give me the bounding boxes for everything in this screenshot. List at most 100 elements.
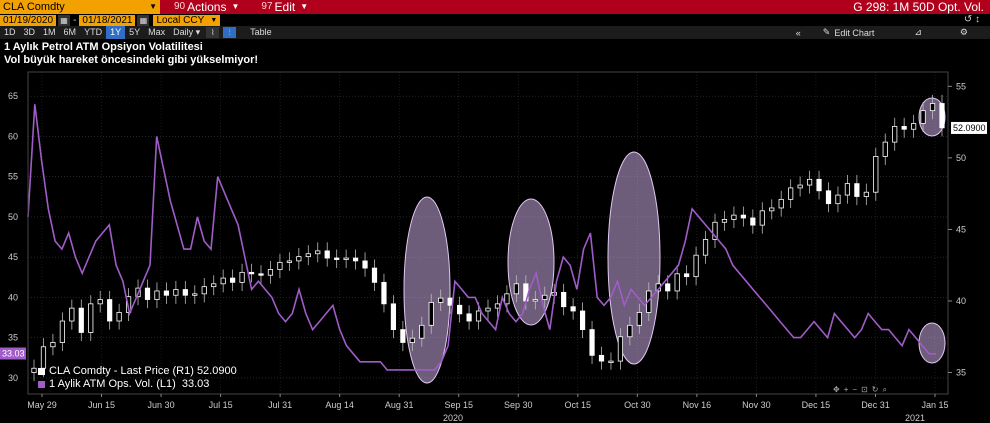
price-candle — [248, 271, 255, 275]
x-axis-tick-label: Sep 30 — [504, 400, 533, 410]
left-axis-tick-label: 55 — [8, 172, 18, 182]
price-candle — [674, 273, 680, 292]
price-candle — [201, 286, 207, 295]
zoom-search-icon[interactable]: ⌕ — [882, 385, 886, 395]
price-candle — [589, 329, 595, 356]
price-candle — [239, 271, 245, 283]
x-axis-tick-label: Oct 15 — [565, 400, 592, 410]
price-candle — [419, 324, 425, 339]
year-label: 2021 — [905, 413, 925, 423]
x-axis-tick-label: Aug 14 — [325, 400, 354, 410]
move-icon[interactable]: ✥ — [833, 385, 840, 395]
price-candle — [911, 123, 917, 130]
price-candle — [352, 257, 359, 262]
plot-frame — [27, 71, 949, 395]
right-axis-tick-label: 40 — [956, 296, 966, 306]
price-candle — [409, 337, 415, 343]
price-candle — [438, 297, 444, 303]
left-axis-tick-label: 50 — [8, 212, 18, 222]
legend: CLA Comdty - Last Price (R1) 52.0900 1 A… — [38, 365, 237, 391]
price-candle — [381, 281, 387, 305]
price-candle — [78, 307, 84, 333]
left-axis-tick-label: 60 — [8, 131, 18, 141]
price-candle — [296, 256, 302, 262]
price-candle — [390, 303, 397, 330]
x-axis-tick-label: May 29 — [27, 400, 57, 410]
price-candle — [532, 299, 538, 302]
price-candle — [277, 261, 283, 270]
price-volatility-chart[interactable]: 30 35 40 45 50 55 60 65 35 40 45 50 55 May 29 Jun 15 Ju… — [0, 0, 990, 423]
volatility-series — [27, 104, 936, 371]
price-candle — [892, 125, 898, 143]
highlight-ellipse — [507, 198, 555, 326]
zoom-region-icon[interactable]: ⊡ — [861, 385, 868, 395]
price-candle — [258, 273, 264, 276]
price-candle — [769, 207, 775, 212]
price-candles — [31, 94, 945, 382]
price-candle — [684, 273, 690, 278]
price-candle — [504, 293, 510, 305]
price-candle — [371, 267, 378, 283]
price-candle — [485, 307, 491, 312]
legend-vol-label: 1 Aylik ATM Ops. Vol. (L1) — [49, 378, 176, 390]
price-candle — [721, 219, 728, 223]
x-axis-tick-label: Jan 15 — [921, 400, 948, 410]
price-candle — [315, 250, 321, 255]
price-candle — [750, 217, 756, 226]
price-candle — [561, 291, 567, 308]
price-candle — [154, 290, 160, 300]
price-candle — [97, 299, 103, 305]
price-candle — [192, 293, 198, 296]
highlight-ellipse — [403, 196, 451, 384]
right-axis-tick-label: 45 — [956, 224, 966, 234]
legend-price-label: CLA Comdty - Last Price (R1) — [49, 365, 194, 377]
highlight-ellipses — [403, 97, 946, 384]
price-candle — [324, 250, 330, 259]
legend-item-vol[interactable]: 1 Aylik ATM Ops. Vol. (L1) 33.03 — [38, 378, 237, 391]
price-candle — [513, 283, 519, 295]
zoom-out-icon[interactable]: − — [852, 385, 857, 395]
price-candle — [400, 329, 406, 343]
price-candle — [863, 191, 869, 197]
price-candle — [873, 156, 879, 193]
x-axis-tick-label: Dec 15 — [802, 400, 831, 410]
price-candle — [816, 178, 822, 192]
x-axis-tick-label: Oct 30 — [624, 400, 651, 410]
left-axis-tick-label: 35 — [8, 333, 18, 343]
year-label: 2020 — [443, 413, 463, 423]
price-candle — [731, 214, 737, 220]
price-candle — [144, 287, 151, 300]
price-candle — [286, 260, 292, 263]
x-axis-tick-label: Nov 30 — [742, 400, 771, 410]
zoom-tools: ✥ + − ⊡ ↻ ⌕ — [833, 385, 887, 395]
price-candle — [334, 257, 340, 260]
price-candle — [939, 103, 945, 129]
price-candle — [617, 336, 624, 362]
price-candle — [267, 269, 274, 276]
x-axis-tick-label: Nov 16 — [683, 400, 712, 410]
price-candle — [788, 187, 794, 200]
x-axis-tick-label: Dec 31 — [861, 400, 890, 410]
right-axis-tick-label: 55 — [956, 81, 966, 91]
legend-price-value: 52.0900 — [196, 365, 237, 377]
price-candle — [50, 342, 56, 348]
price-candle — [665, 283, 671, 292]
price-candle — [702, 239, 709, 256]
price-candle — [920, 110, 926, 124]
price-candle — [854, 183, 860, 197]
right-axis-tick-label: 35 — [956, 368, 966, 378]
price-candle — [69, 307, 75, 322]
price-candle — [475, 310, 482, 322]
price-candle — [182, 289, 188, 296]
grid-lines — [28, 72, 948, 394]
price-candle — [59, 320, 65, 343]
reset-icon[interactable]: ↻ — [872, 385, 879, 395]
zoom-in-icon[interactable]: + — [844, 385, 849, 395]
price-candle — [542, 294, 548, 300]
price-candle — [759, 210, 765, 226]
x-axis-tick-label: Jun 15 — [88, 400, 115, 410]
highlight-ellipse — [607, 151, 661, 365]
price-candle — [457, 304, 463, 315]
legend-item-price[interactable]: CLA Comdty - Last Price (R1) 52.0900 — [38, 365, 237, 378]
price-candle — [163, 290, 170, 296]
